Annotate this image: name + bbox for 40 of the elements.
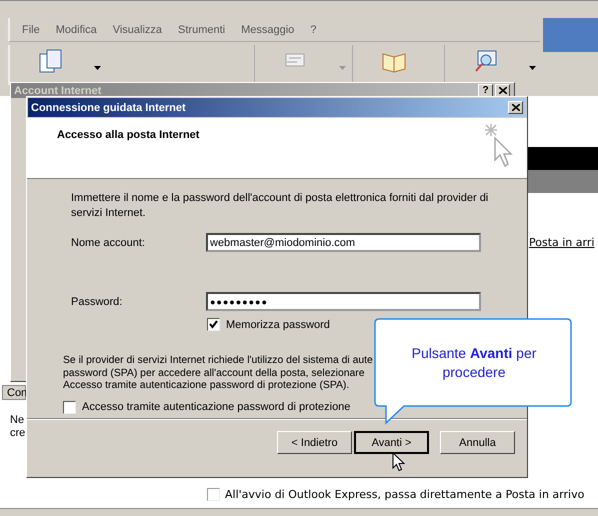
magnifier-icon[interactable] [473,48,499,74]
checkbox[interactable] [207,318,220,331]
pane-text: Ne [10,414,26,427]
dialog-heading: Accesso alla posta Internet [57,129,200,143]
pane-text: cre [10,427,26,440]
wizard-button[interactable]: Annulla [440,431,515,454]
dropdown-caret-icon[interactable] [529,66,536,70]
dialog-title: Connessione guidata Internet [31,102,186,114]
header-band [527,147,598,170]
account-name-field[interactable]: webmaster@miodominio.com [206,233,481,252]
wizard-button[interactable]: Avanti > [354,431,429,454]
field-label: Nome account: [71,236,146,248]
document-icon[interactable] [38,48,64,74]
field-label: Password: [71,296,124,308]
wizard-button[interactable]: < Indietro [277,431,352,454]
checkbox-label: Accesso tramite autenticazione password di protezione [82,401,350,413]
password-field[interactable]: ●●●●●●●●● [206,292,481,311]
close-icon[interactable] [498,87,506,94]
instructions-text: Immettere il nome e la password dell'account di posta elettronica forniti dal provider di servizi Internet. [71,191,490,221]
mouse-pointer-icon [392,452,405,472]
window-panel [543,18,598,52]
menu-item[interactable]: Strumenti [178,24,226,36]
help-button[interactable]: ? [478,84,493,97]
menu-item[interactable]: Visualizza [112,24,162,36]
menu-item[interactable]: Modifica [56,24,97,36]
startup-checkbox[interactable] [207,488,220,501]
close-button[interactable] [495,84,510,97]
callout-text: Pulsante Avanti per procedere [410,344,538,382]
menu-item[interactable]: File [22,24,40,36]
menu-item[interactable]: Messaggio [241,24,294,36]
spa-description: Se il provider di servizi Internet richiede l'utilizzo del sistema di aute password (SPA) per accedere all'account della posta, selezionare Accesso tramite autenticazione password di protezione (SPA). [63,355,373,392]
menu-item[interactable]: ? [310,24,316,36]
close-icon[interactable] [512,104,520,111]
checkbox[interactable] [63,400,76,414]
checkbox-label: Memorizza password [226,318,330,330]
startup-label: All'avvio di Outlook Express, passa direttamente a Posta in arrivo [225,488,584,501]
dropdown-caret-icon[interactable] [94,66,101,70]
close-button[interactable] [508,101,523,114]
window-title: Account Internet [14,84,102,96]
inbox-link[interactable]: Posta in arri [529,236,594,249]
